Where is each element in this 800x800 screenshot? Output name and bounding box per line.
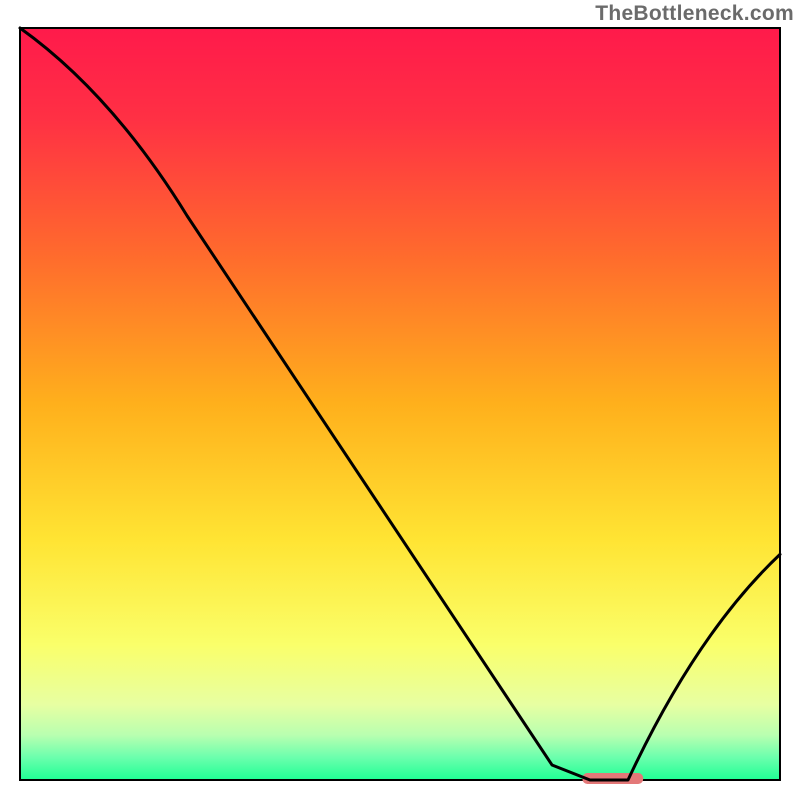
chart-container: TheBottleneck.com [0,0,800,800]
bottleneck-chart [0,0,800,800]
watermark-text: TheBottleneck.com [595,2,794,26]
